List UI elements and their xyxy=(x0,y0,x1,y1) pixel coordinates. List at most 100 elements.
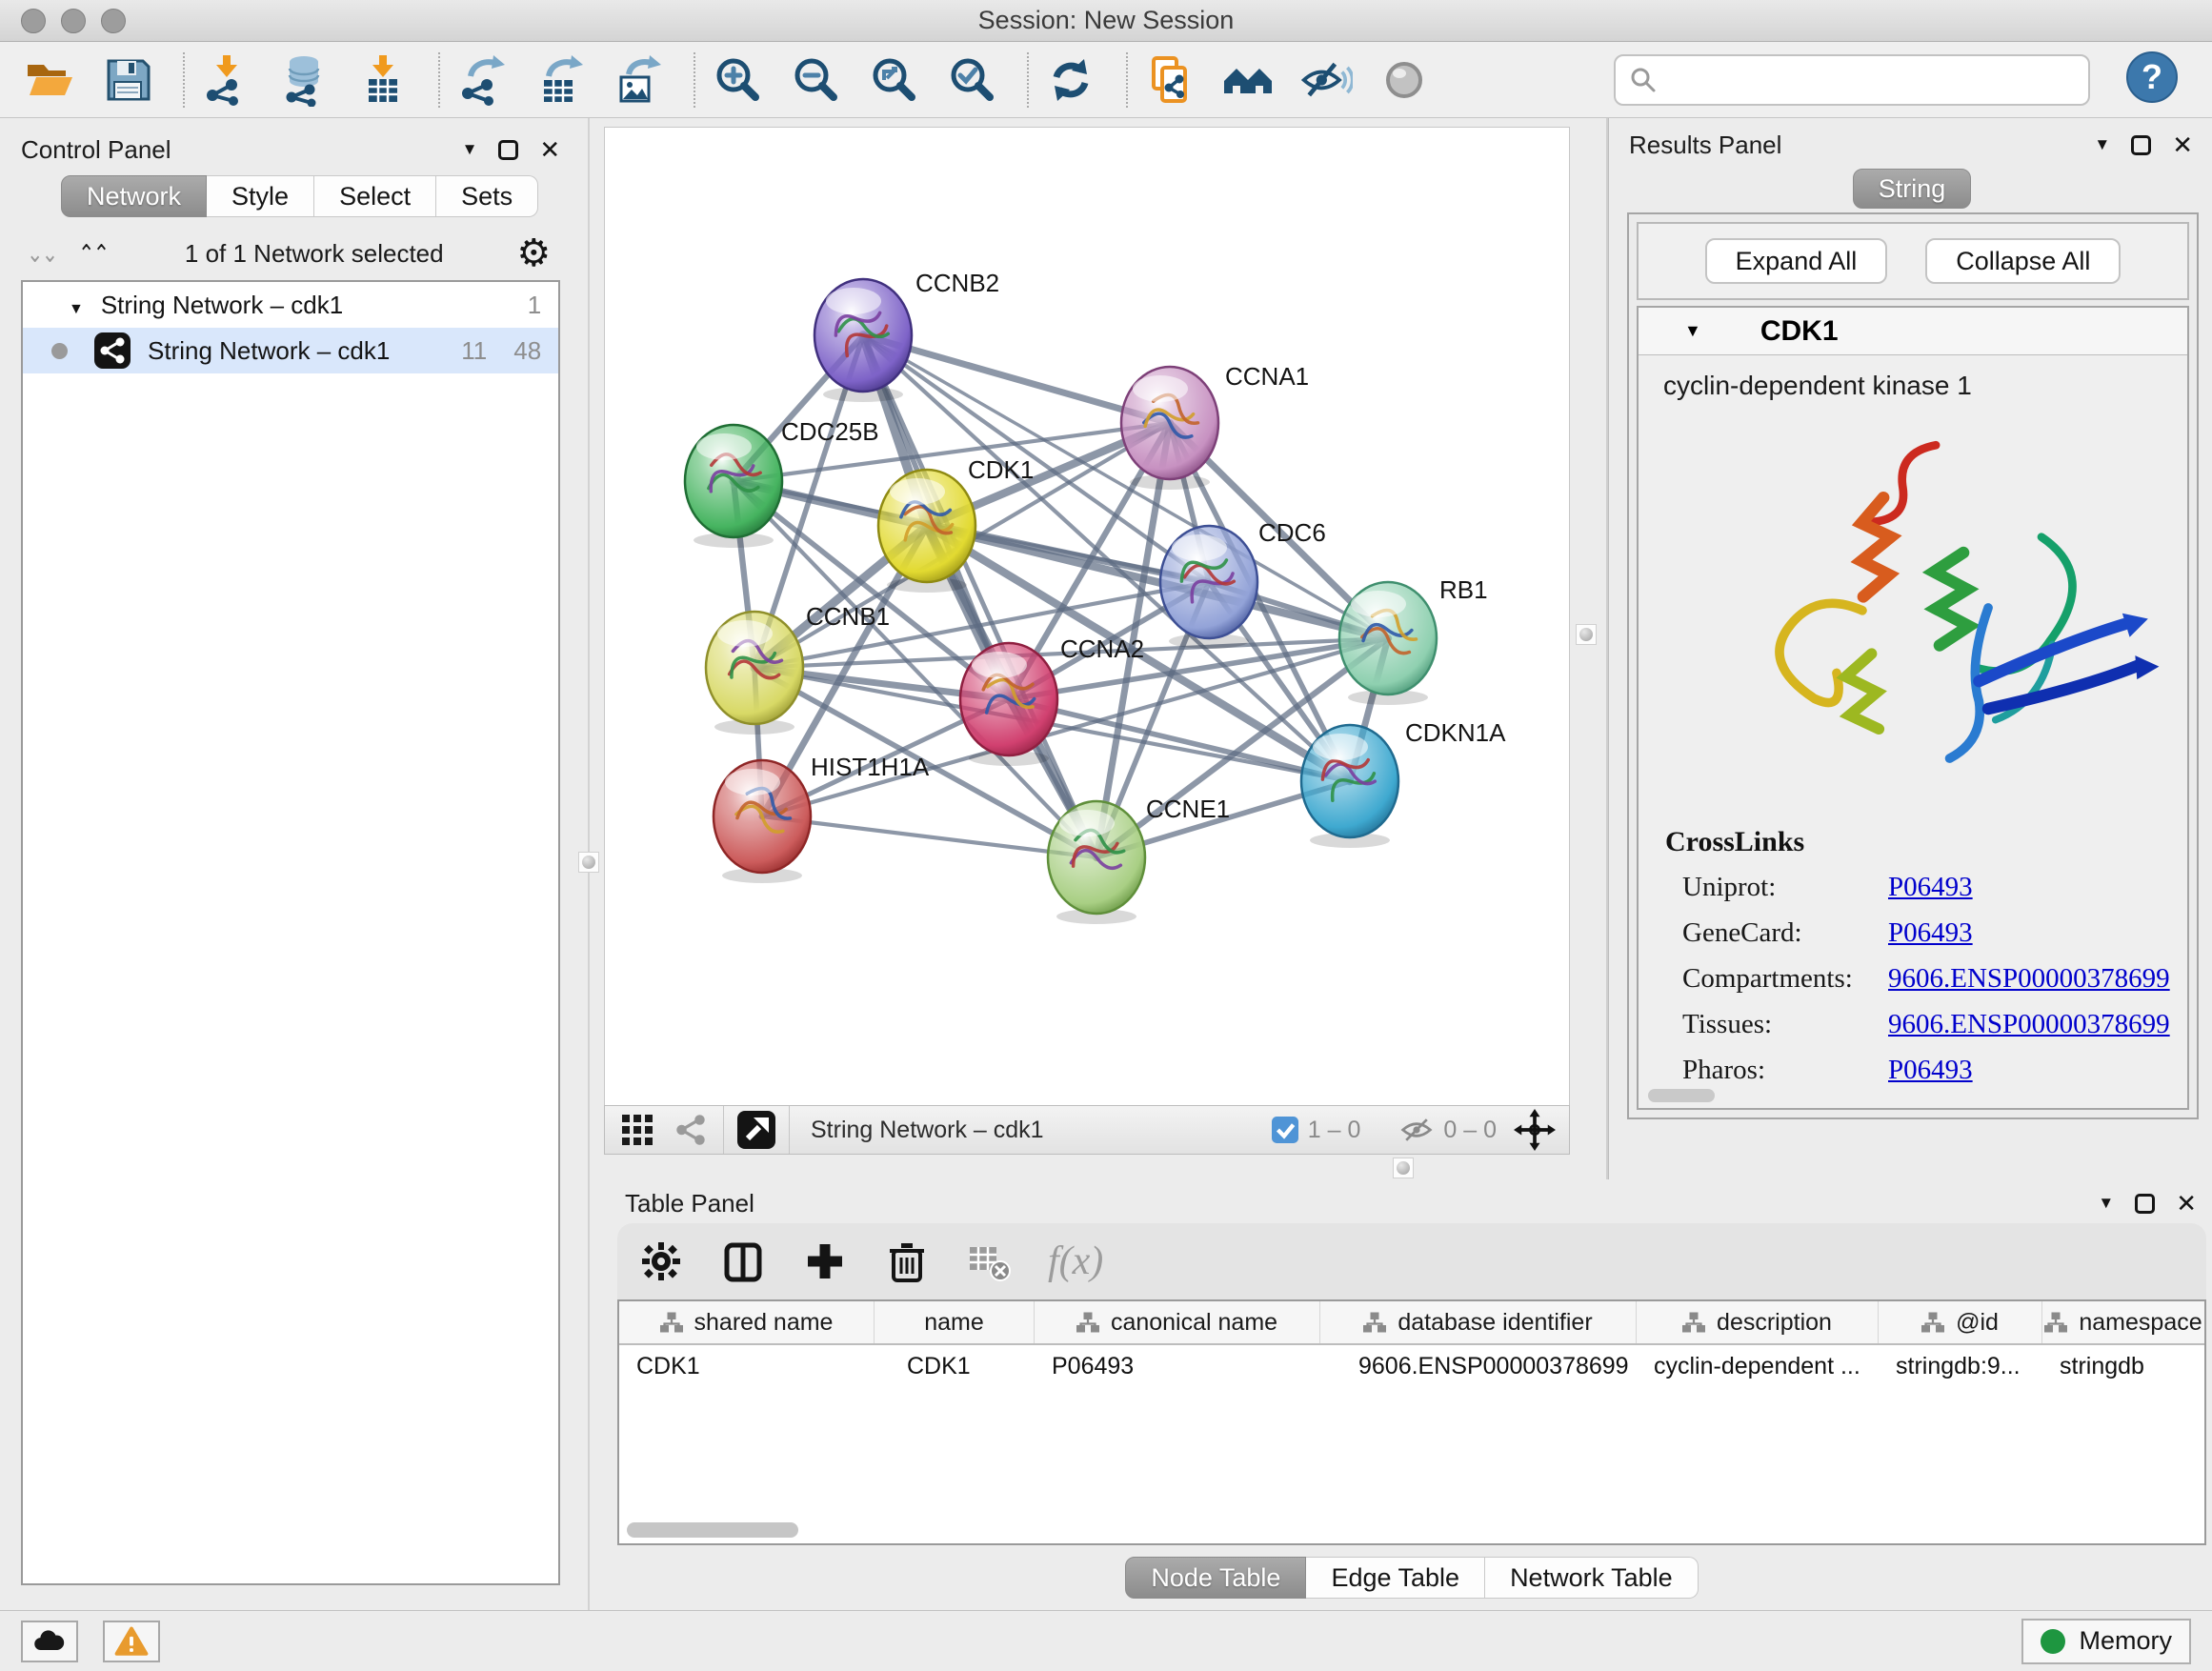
show-columns-icon[interactable] xyxy=(720,1238,766,1284)
tab-style[interactable]: Style xyxy=(207,175,314,217)
collapse-all-icon[interactable] xyxy=(23,239,61,269)
delete-column-icon[interactable] xyxy=(884,1238,930,1284)
pharos-link[interactable]: P06493 xyxy=(1888,1055,1973,1086)
export-network-icon[interactable] xyxy=(455,53,509,107)
column-header-canonical-name[interactable]: canonical name xyxy=(1035,1301,1320,1343)
network-collection-row[interactable]: String Network – cdk1 1 xyxy=(23,282,558,328)
import-table-icon[interactable] xyxy=(356,53,410,107)
table-tabs: Node Table Edge Table Network Table xyxy=(1125,1557,1698,1599)
separator xyxy=(723,1106,724,1154)
tissues-link[interactable]: 9606.ENSP00000378699 xyxy=(1888,1009,2170,1040)
horizontal-splitter[interactable] xyxy=(604,1155,1570,1179)
search-box[interactable] xyxy=(1614,54,2090,106)
table-hscrollbar-thumb[interactable] xyxy=(627,1522,798,1538)
zoom-selected-icon[interactable] xyxy=(945,53,998,107)
toolbar-separator xyxy=(1126,52,1128,108)
left-splitter[interactable] xyxy=(575,118,604,1610)
collapse-entry-icon[interactable] xyxy=(1639,321,1701,341)
pan-crosshair-icon[interactable] xyxy=(1514,1109,1556,1151)
network-row[interactable]: String Network – cdk1 11 48 xyxy=(23,328,558,373)
tab-node-table[interactable]: Node Table xyxy=(1125,1557,1306,1599)
node-label-CCNB2: CCNB2 xyxy=(915,269,999,297)
refresh-icon[interactable] xyxy=(1044,53,1097,107)
hide-selected-icon[interactable] xyxy=(1299,53,1353,107)
delete-table-icon[interactable] xyxy=(966,1238,1012,1284)
help-button[interactable]: ? xyxy=(2124,50,2180,110)
birdseye-view-icon[interactable] xyxy=(737,1111,775,1149)
collapse-all-button[interactable]: Collapse All xyxy=(1925,238,2121,284)
uniprot-link[interactable]: P06493 xyxy=(1888,872,1973,903)
minimize-window-icon[interactable] xyxy=(61,9,86,33)
warning-button[interactable] xyxy=(103,1621,160,1662)
first-neighbors-icon[interactable] xyxy=(1221,53,1275,107)
close-window-icon[interactable] xyxy=(21,9,46,33)
panel-float-icon[interactable] xyxy=(2135,1194,2155,1214)
panel-close-icon[interactable] xyxy=(539,135,560,165)
tree-expand-icon[interactable] xyxy=(23,291,101,320)
panel-float-icon[interactable] xyxy=(498,140,518,160)
column-header-database-identifier[interactable]: database identifier xyxy=(1320,1301,1637,1343)
selected-checkbox-icon[interactable] xyxy=(1272,1117,1298,1143)
panel-close-icon[interactable] xyxy=(2172,131,2193,160)
panel-menu-icon[interactable] xyxy=(2098,1194,2114,1213)
table-row[interactable]: CDK1 CDK1 P06493 9606.ENSP00000378699 cy… xyxy=(619,1345,2204,1387)
expand-all-icon[interactable] xyxy=(74,239,112,269)
gear-icon[interactable] xyxy=(516,234,551,272)
show-eye-icon[interactable] xyxy=(1377,53,1431,107)
panel-float-icon[interactable] xyxy=(2131,135,2151,155)
compartments-link[interactable]: 9606.ENSP00000378699 xyxy=(1888,963,2170,995)
panel-menu-icon[interactable] xyxy=(2094,135,2110,154)
crosslink-row: Compartments: 9606.ENSP00000378699 xyxy=(1665,963,2187,995)
column-header-description[interactable]: description xyxy=(1637,1301,1879,1343)
tree-column-icon xyxy=(1076,1311,1099,1334)
import-database-icon[interactable] xyxy=(278,53,332,107)
zoom-in-icon[interactable] xyxy=(711,53,764,107)
title-bar: Session: New Session xyxy=(0,0,2212,42)
tab-string[interactable]: String xyxy=(1853,169,1972,209)
node-label-CCNA1: CCNA1 xyxy=(1225,362,1309,391)
splitter-handle[interactable] xyxy=(1393,1158,1414,1178)
splitter-handle[interactable] xyxy=(1576,624,1597,645)
panel-close-icon[interactable] xyxy=(2176,1189,2197,1218)
maximize-window-icon[interactable] xyxy=(101,9,126,33)
add-column-icon[interactable] xyxy=(802,1238,848,1284)
clone-network-icon[interactable] xyxy=(1143,53,1196,107)
share-view-icon[interactable] xyxy=(672,1111,710,1149)
search-input[interactable] xyxy=(1659,59,2077,101)
open-session-icon[interactable] xyxy=(23,53,76,107)
column-header-shared-name[interactable]: shared name xyxy=(619,1301,875,1343)
crosslink-row: Uniprot: P06493 xyxy=(1665,872,2187,903)
tab-select[interactable]: Select xyxy=(314,175,436,217)
tab-network-table[interactable]: Network Table xyxy=(1485,1557,1699,1599)
column-header-id[interactable]: @id xyxy=(1879,1301,2042,1343)
grid-view-icon[interactable] xyxy=(618,1111,656,1149)
window-traffic-lights[interactable] xyxy=(21,9,126,33)
tab-sets[interactable]: Sets xyxy=(436,175,538,217)
panel-menu-icon[interactable] xyxy=(462,140,478,159)
zoom-fit-icon[interactable] xyxy=(867,53,920,107)
column-header-namespace[interactable]: namespace xyxy=(2042,1301,2204,1343)
export-image-icon[interactable] xyxy=(612,53,665,107)
memory-button[interactable]: Memory xyxy=(2021,1619,2191,1664)
right-splitter[interactable] xyxy=(1570,118,1616,1179)
main-area: Control Panel Network Style Select Sets … xyxy=(0,118,2212,1610)
import-network-icon[interactable] xyxy=(200,53,253,107)
zoom-out-icon[interactable] xyxy=(789,53,842,107)
splitter-handle[interactable] xyxy=(578,852,599,873)
cloud-button[interactable] xyxy=(21,1621,78,1662)
network-graph[interactable]: CCNB2CCNA1CDC25BCDK1CDC6RB1CCNB1CCNA2CDK… xyxy=(605,128,1569,1104)
results-scrollbar-thumb[interactable] xyxy=(1648,1089,1715,1102)
export-table-icon[interactable] xyxy=(533,53,587,107)
table-settings-gear-icon[interactable] xyxy=(638,1238,684,1284)
node-result-header[interactable]: CDK1 xyxy=(1639,308,2187,355)
network-canvas[interactable]: CCNB2CCNA1CDC25BCDK1CDC6RB1CCNB1CCNA2CDK… xyxy=(604,127,1570,1105)
column-header-name[interactable]: name xyxy=(875,1301,1035,1343)
tab-edge-table[interactable]: Edge Table xyxy=(1306,1557,1485,1599)
tab-network[interactable]: Network xyxy=(61,175,207,217)
expand-all-button[interactable]: Expand All xyxy=(1705,238,1888,284)
save-session-icon[interactable] xyxy=(101,53,154,107)
network-list: String Network – cdk1 1 String Network –… xyxy=(21,280,560,1585)
network-label: String Network – cdk1 xyxy=(148,336,390,366)
genecard-link[interactable]: P06493 xyxy=(1888,917,1973,949)
toolbar-separator xyxy=(694,52,695,108)
